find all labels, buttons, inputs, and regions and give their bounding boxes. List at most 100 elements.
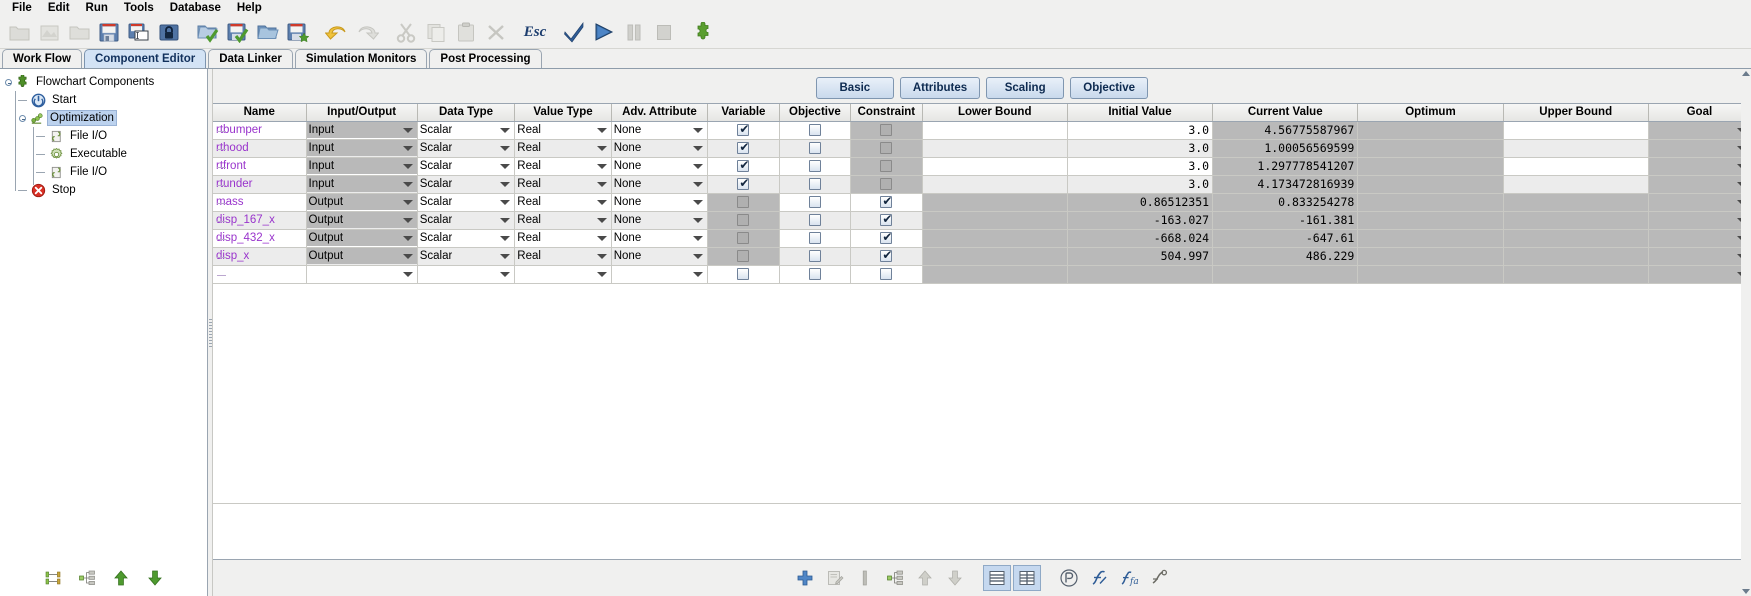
chevron-down-icon[interactable]	[596, 163, 607, 169]
variable-checkbox[interactable]	[737, 122, 750, 136]
column-header-constraint[interactable]: Constraint	[850, 104, 923, 122]
column-header-objective[interactable]: Objective	[779, 104, 852, 122]
cell-name[interactable]: disp_x	[213, 247, 307, 266]
chevron-down-icon[interactable]	[693, 217, 704, 223]
chevron-down-icon[interactable]	[500, 217, 511, 223]
column-header-name[interactable]: Name	[213, 104, 307, 122]
cell-lower-bound[interactable]	[922, 157, 1068, 176]
cell-upper-bound[interactable]	[1503, 121, 1649, 140]
column-header-goal[interactable]: Goal	[1648, 104, 1751, 122]
cell-constraint[interactable]	[850, 121, 923, 140]
cell-objective[interactable]	[779, 265, 852, 284]
cell-initial-value[interactable]: 0.86512351	[1067, 193, 1214, 212]
cell-constraint[interactable]	[850, 175, 923, 194]
cell-optimum[interactable]	[1357, 139, 1504, 158]
cell-current-value[interactable]: 1.297778541207	[1212, 157, 1359, 176]
chevron-down-icon[interactable]	[500, 127, 511, 133]
cell-lower-bound[interactable]	[922, 265, 1068, 284]
cell-variable[interactable]	[707, 157, 780, 176]
chevron-down-icon[interactable]	[596, 199, 607, 205]
tree-item-flowchart-components[interactable]: Flowchart Components	[0, 73, 207, 91]
cell-goal[interactable]	[1648, 193, 1751, 212]
stop-icon[interactable]	[649, 18, 679, 47]
chevron-down-icon[interactable]	[402, 181, 413, 187]
chevron-down-icon[interactable]	[500, 199, 511, 205]
cell-io[interactable]: Output	[306, 229, 418, 248]
cell-goal[interactable]	[1648, 247, 1751, 266]
cell-upper-bound[interactable]	[1503, 139, 1649, 158]
chevron-down-icon[interactable]	[693, 235, 704, 241]
tab-post-processing[interactable]: Post Processing	[429, 49, 542, 68]
cell-constraint[interactable]	[850, 265, 923, 284]
mode-basic-button[interactable]: Basic	[815, 77, 894, 99]
cell-variable[interactable]	[707, 247, 780, 266]
esc-icon[interactable]: Esc	[520, 18, 550, 47]
cell-lower-bound[interactable]	[922, 193, 1068, 212]
cell-constraint[interactable]	[850, 193, 923, 212]
chevron-down-icon[interactable]	[402, 235, 413, 241]
chevron-down-icon[interactable]	[693, 181, 704, 187]
cell-current-value[interactable]: 4.173472816939	[1212, 175, 1359, 194]
cell-lower-bound[interactable]	[922, 121, 1068, 140]
cell-initial-value[interactable]: -163.027	[1067, 211, 1214, 230]
cell-data-type[interactable]: Scalar	[417, 229, 516, 248]
delete-icon[interactable]	[481, 18, 511, 47]
variable-checkbox[interactable]	[737, 268, 750, 280]
menu-database[interactable]: Database	[162, 0, 229, 16]
cell-io[interactable]: Output	[306, 247, 418, 266]
tab-data-linker[interactable]: Data Linker	[208, 49, 293, 68]
objective-checkbox[interactable]	[808, 214, 821, 226]
cell-initial-value[interactable]: 3.0	[1067, 157, 1214, 176]
table-row[interactable]: rtfrontInput Scalar Real None 3.01.297778541…	[213, 157, 1751, 176]
table-row[interactable]: rthoodInput Scalar Real None 3.01.0005656959…	[213, 139, 1751, 158]
tab-work-flow[interactable]: Work Flow	[2, 49, 82, 68]
cell-io[interactable]: Input	[306, 157, 418, 176]
chevron-down-icon[interactable]	[500, 253, 511, 259]
cell-lower-bound[interactable]	[922, 229, 1068, 248]
paste-icon[interactable]	[451, 18, 481, 47]
cell-upper-bound[interactable]	[1503, 229, 1649, 248]
chevron-down-icon[interactable]	[596, 217, 607, 223]
chevron-down-icon[interactable]	[596, 253, 607, 259]
cell-variable[interactable]	[707, 211, 780, 230]
cell-objective[interactable]	[779, 139, 852, 158]
chevron-down-icon[interactable]	[693, 271, 704, 277]
cell-adv-attribute[interactable]: None	[611, 139, 709, 158]
column-header-initial-value[interactable]: Initial Value	[1067, 104, 1214, 122]
chevron-down-icon[interactable]	[500, 145, 511, 151]
cell-name[interactable]: rtfront	[213, 157, 307, 176]
chevron-down-icon[interactable]	[596, 235, 607, 241]
cell-objective[interactable]	[779, 211, 852, 230]
save-plus-icon[interactable]	[283, 18, 313, 47]
new-folder-icon[interactable]	[4, 18, 34, 47]
column-header-variable[interactable]: Variable	[707, 104, 780, 122]
chevron-down-icon[interactable]	[500, 271, 511, 277]
function-icon[interactable]	[1085, 565, 1113, 591]
tree-item-file-io-2[interactable]: File I/O	[0, 163, 207, 181]
objective-checkbox[interactable]	[808, 250, 821, 262]
cell-data-type[interactable]: Scalar	[417, 193, 516, 212]
chevron-down-icon[interactable]	[596, 271, 607, 277]
table-row[interactable]: rtunderInput Scalar Real None 3.04.173472816…	[213, 175, 1751, 194]
menu-tools[interactable]: Tools	[116, 0, 162, 16]
menu-help[interactable]: Help	[229, 0, 270, 16]
constraint-checkbox[interactable]	[880, 194, 893, 208]
column-header-data-type[interactable]: Data Type	[417, 104, 516, 122]
objective-checkbox[interactable]	[808, 160, 821, 172]
column-header-value-type[interactable]: Value Type	[514, 104, 612, 122]
tab-simulation-monitors[interactable]: Simulation Monitors	[294, 49, 428, 68]
chevron-down-icon[interactable]	[402, 217, 413, 223]
cell-initial-value[interactable]: -668.024	[1067, 229, 1214, 248]
tree-item-stop[interactable]: Stop	[0, 181, 207, 199]
cell-goal[interactable]	[1648, 211, 1751, 230]
variable-checkbox[interactable]	[737, 158, 750, 172]
cell-upper-bound[interactable]	[1503, 211, 1649, 230]
cell-adv-attribute[interactable]: None	[611, 157, 709, 176]
cell-upper-bound[interactable]	[1503, 265, 1649, 284]
column-header-lower-bound[interactable]: Lower Bound	[922, 104, 1068, 122]
tree-item-executable[interactable]: Executable	[0, 145, 207, 163]
cell-data-type[interactable]: Scalar	[417, 121, 516, 140]
table-row[interactable]: disp_xOutput Scalar Real None 504.997486.229	[213, 247, 1751, 266]
cell-data-type[interactable]	[417, 265, 516, 284]
cell-goal[interactable]	[1648, 157, 1751, 176]
